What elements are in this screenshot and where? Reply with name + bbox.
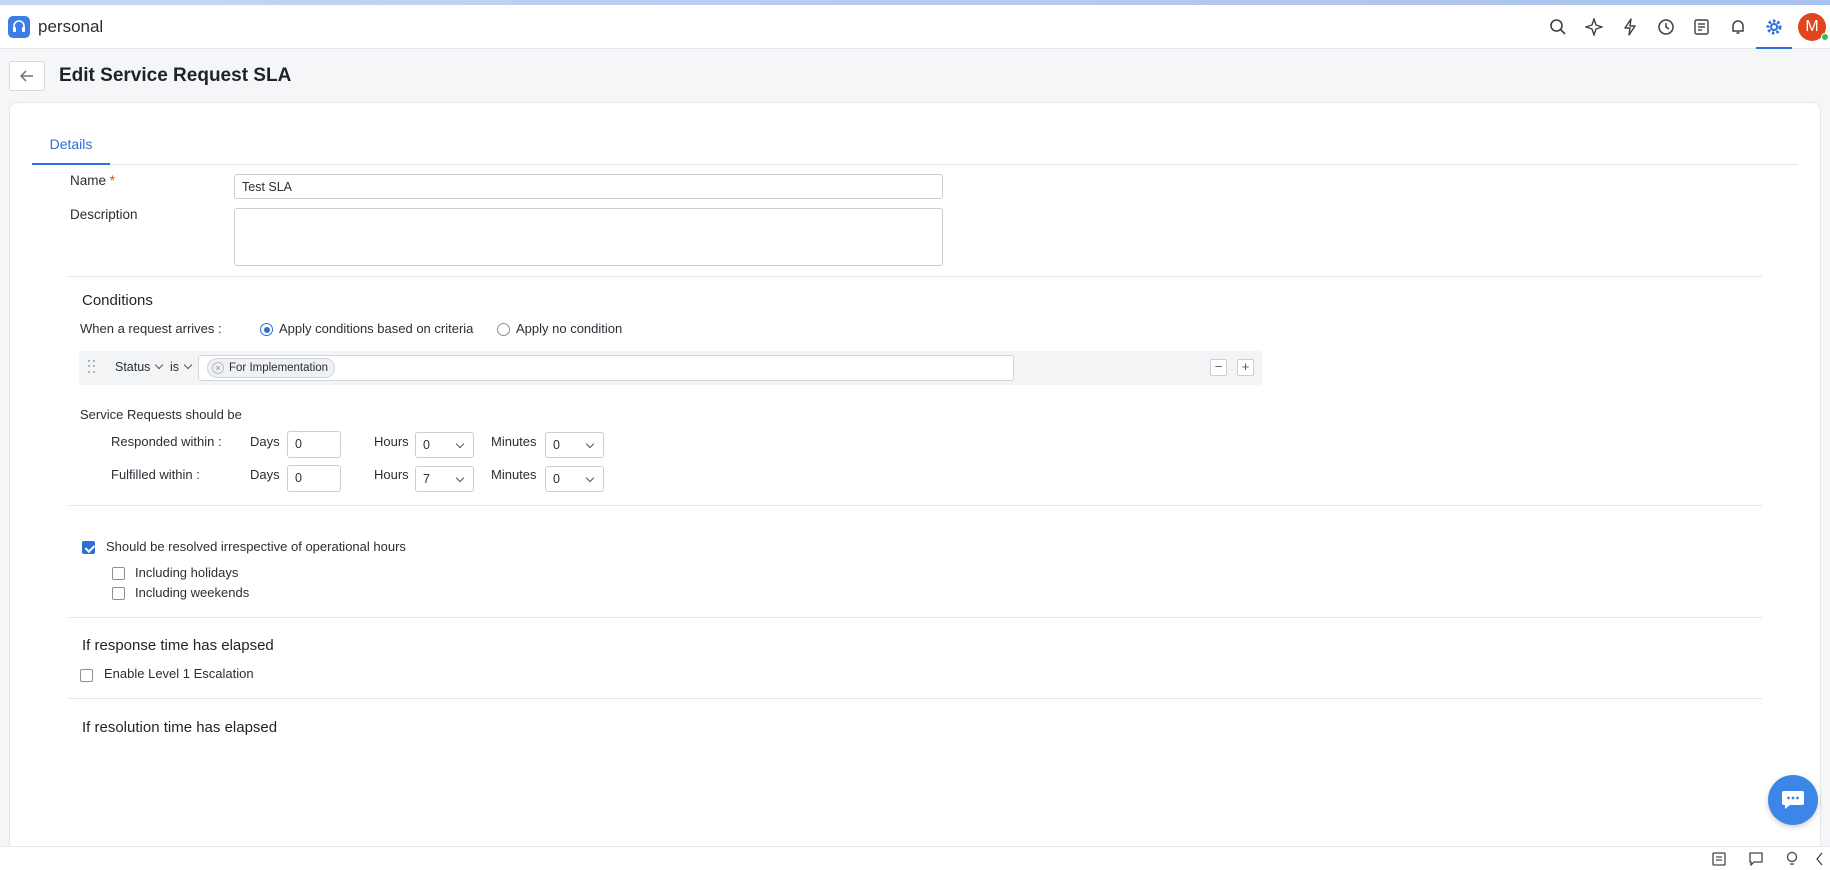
including-weekends-checkbox[interactable] — [112, 587, 125, 600]
condition-operator-text: is — [170, 360, 180, 374]
bolt-icon[interactable] — [1612, 5, 1648, 49]
drag-handle-icon[interactable] — [88, 360, 96, 374]
response-elapsed-title: If response time has elapsed — [82, 637, 274, 654]
resolution-elapsed-title: If resolution time has elapsed — [82, 719, 278, 736]
chip-remove-icon[interactable]: × — [212, 362, 224, 374]
radio-apply-no-condition[interactable] — [497, 323, 510, 336]
lightbulb-icon[interactable] — [1782, 851, 1802, 867]
value-chip-label: For Implementation — [229, 362, 329, 374]
bell-icon[interactable] — [1720, 5, 1756, 49]
fulfilled-hours-label: Hours — [374, 467, 409, 482]
including-holidays-checkbox[interactable] — [112, 567, 125, 580]
chevron-down-icon — [585, 439, 595, 449]
conditions-title: Conditions — [82, 292, 153, 309]
condition-operator-select[interactable]: is — [170, 360, 193, 374]
responded-minutes-label: Minutes — [491, 434, 537, 449]
title-bar: Edit Service Request SLA — [0, 50, 1830, 102]
search-icon[interactable] — [1540, 5, 1576, 49]
condition-row: Status is × For Implementation − + — [79, 351, 1262, 385]
fulfilled-minutes-label: Minutes — [491, 467, 537, 482]
name-field[interactable]: Test SLA — [234, 174, 943, 199]
tab-bar: Details — [32, 103, 1798, 165]
responded-within-label: Responded within : — [111, 434, 222, 449]
resolve-irrespective-label[interactable]: Should be resolved irrespective of opera… — [106, 539, 406, 554]
avatar[interactable]: M — [1798, 13, 1829, 41]
arrow-left-icon — [20, 70, 33, 82]
tab-details[interactable]: Details — [32, 133, 110, 165]
chevron-down-icon — [455, 473, 465, 483]
chevron-down-icon — [155, 360, 164, 370]
fulfilled-days-input[interactable]: 0 — [287, 465, 341, 492]
divider — [68, 505, 1762, 506]
resolve-irrespective-checkbox[interactable] — [82, 541, 95, 554]
form-card: Details Name * Test SLA Description Cond… — [9, 102, 1821, 862]
condition-field-text: Status — [115, 360, 151, 374]
gear-icon[interactable] — [1756, 5, 1792, 49]
fulfilled-minutes-select[interactable]: 0 — [545, 466, 604, 492]
app-name[interactable]: personal — [38, 17, 103, 37]
chat-icon — [1782, 791, 1804, 809]
enable-level1-escalation-label[interactable]: Enable Level 1 Escalation — [104, 666, 254, 681]
required-mark: * — [109, 173, 116, 188]
enable-level1-escalation-checkbox[interactable] — [80, 669, 93, 682]
chat-button[interactable] — [1768, 775, 1818, 825]
responded-hours-value: 0 — [423, 438, 430, 452]
condition-field-select[interactable]: Status — [115, 360, 164, 374]
bottom-bar — [0, 846, 1830, 870]
sla-heading: Service Requests should be — [80, 407, 242, 422]
radio-apply-criteria[interactable] — [260, 323, 273, 336]
condition-value-field[interactable]: × For Implementation — [198, 355, 1014, 381]
responded-days-label: Days — [250, 434, 280, 449]
comment-icon[interactable] — [1746, 851, 1766, 867]
responded-minutes-value: 0 — [553, 438, 560, 452]
radio-apply-no-condition-label[interactable]: Apply no condition — [516, 321, 622, 336]
remove-condition-button[interactable]: − — [1210, 359, 1227, 376]
checklist-icon[interactable] — [1684, 5, 1720, 49]
avatar-initial: M — [1805, 18, 1819, 35]
back-button[interactable] — [9, 61, 45, 91]
including-holidays-label[interactable]: Including holidays — [135, 565, 238, 580]
arrive-label: When a request arrives : — [80, 321, 222, 336]
expand-icon[interactable] — [1812, 851, 1826, 867]
app-logo-icon[interactable] — [8, 15, 30, 38]
chevron-down-icon — [585, 473, 595, 483]
including-weekends-label[interactable]: Including weekends — [135, 585, 249, 600]
history-icon[interactable] — [1648, 5, 1684, 49]
fulfilled-minutes-value: 0 — [553, 472, 560, 486]
divider — [68, 617, 1762, 618]
add-condition-button[interactable]: + — [1237, 359, 1254, 376]
fulfilled-within-label: Fulfilled within : — [111, 467, 200, 482]
fulfilled-hours-select[interactable]: 7 — [415, 466, 474, 492]
responded-hours-select[interactable]: 0 — [415, 432, 474, 458]
chevron-down-icon — [455, 439, 465, 449]
value-chip: × For Implementation — [207, 358, 336, 378]
top-icons: M — [1540, 5, 1830, 49]
name-label-text: Name — [70, 173, 107, 188]
sparkle-icon[interactable] — [1576, 5, 1612, 49]
description-field[interactable] — [234, 208, 943, 266]
fulfilled-hours-value: 7 — [423, 472, 430, 486]
radio-apply-criteria-label[interactable]: Apply conditions based on criteria — [279, 321, 473, 336]
divider — [68, 698, 1762, 699]
online-status-dot — [1821, 33, 1829, 41]
responded-hours-label: Hours — [374, 434, 409, 449]
page-title: Edit Service Request SLA — [59, 65, 292, 86]
responded-days-input[interactable]: 0 — [287, 431, 341, 458]
responded-minutes-select[interactable]: 0 — [545, 432, 604, 458]
chevron-down-icon — [183, 360, 193, 370]
notes-icon[interactable] — [1710, 851, 1730, 867]
fulfilled-days-label: Days — [250, 467, 280, 482]
name-label: Name * — [70, 173, 115, 188]
divider — [68, 276, 1762, 277]
top-bar: personal M — [0, 5, 1830, 49]
description-label: Description — [70, 207, 138, 222]
